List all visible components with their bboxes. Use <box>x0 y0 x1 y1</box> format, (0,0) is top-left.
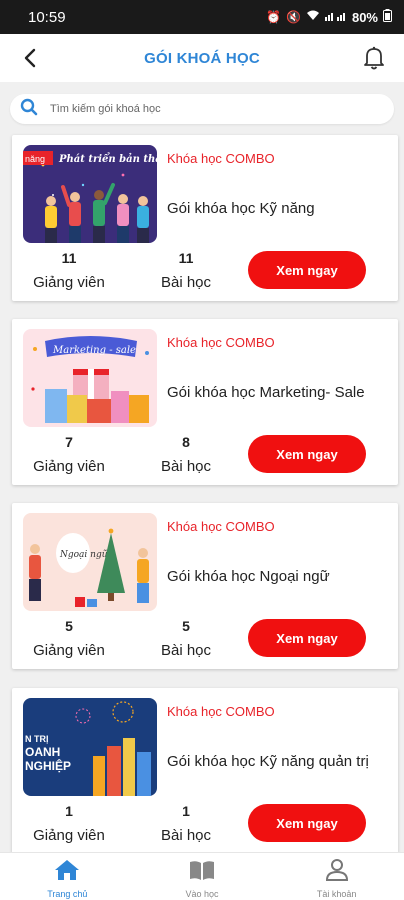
home-icon <box>54 859 80 886</box>
search-input[interactable] <box>50 103 370 115</box>
instructor-count: 5 <box>65 618 73 634</box>
instructor-stat: 11 Giảng viên <box>24 250 114 291</box>
lesson-stat: 5 Bài học <box>141 618 231 659</box>
course-card[interactable]: Ngoại ngữ Khóa học COMBO Gói khóa học Ng… <box>12 503 398 669</box>
course-name: Gói khóa học Kỹ năng <box>167 200 315 217</box>
nav-item-account[interactable]: Tài khoản <box>269 853 404 900</box>
course-tag: Khóa học COMBO <box>167 704 275 719</box>
search-bar <box>10 94 394 124</box>
course-name: Gói khóa học Marketing- Sale <box>167 384 365 401</box>
mute-icon: 🔇 <box>286 10 301 24</box>
lesson-stat: 1 Bài học <box>141 803 231 844</box>
lesson-label: Bài học <box>160 274 212 291</box>
battery-level: 80% <box>351 9 378 25</box>
thumb-badge: năng <box>25 154 45 164</box>
course-card[interactable]: năng Phát triển bản thân Khóa học COMBO … <box>12 135 398 301</box>
course-thumbnail: N TRỊ OANH NGHIỆP <box>23 698 157 796</box>
instructor-count: 11 <box>61 250 77 266</box>
instructor-stat: 1 Giảng viên <box>24 803 114 844</box>
nav-label: Trang chủ <box>47 889 88 899</box>
lesson-count: 5 <box>182 618 190 634</box>
course-thumbnail: Marketing - sale <box>23 329 157 427</box>
status-time: 10:59 <box>28 8 66 26</box>
course-card[interactable]: Marketing - sale Khóa học COMBO Gói khóa… <box>12 319 398 485</box>
course-name: Gói khóa học Ngoại ngữ <box>167 568 330 585</box>
wifi-icon <box>306 10 320 24</box>
bottom-nav: Trang chủ Vào học Tài khoản <box>0 852 404 900</box>
battery-icon <box>383 9 392 25</box>
thumb-caption: Marketing - sale <box>52 345 136 356</box>
nav-label: Vào học <box>185 889 219 899</box>
thumb-caption: OANH <box>25 745 60 759</box>
status-bar: 10:59 ⏰ 🔇 80% <box>0 0 404 34</box>
lesson-count: 11 <box>178 250 194 266</box>
lesson-count: 1 <box>182 803 190 819</box>
app-header: GÓI KHOÁ HỌC <box>0 34 404 82</box>
alarm-icon: ⏰ <box>266 10 282 24</box>
instructor-count: 7 <box>65 434 73 450</box>
thumb-caption: NGHIỆP <box>25 758 71 773</box>
thumb-caption: Phát triển bản thân <box>58 153 157 165</box>
nav-label: Tài khoản <box>316 889 357 899</box>
course-thumbnail: năng Phát triển bản thân <box>23 145 157 243</box>
instructor-label: Giảng viên <box>33 642 105 659</box>
instructor-label: Giảng viên <box>33 827 105 844</box>
instructor-count: 1 <box>65 803 73 819</box>
lesson-label: Bài học <box>160 827 212 844</box>
view-now-button[interactable]: Xem ngay <box>248 251 366 289</box>
page-title: GÓI KHOÁ HỌC <box>144 49 260 67</box>
instructor-label: Giảng viên <box>33 274 105 291</box>
lesson-label: Bài học <box>160 458 212 475</box>
book-icon <box>189 859 215 886</box>
view-now-button[interactable]: Xem ngay <box>248 804 366 842</box>
nav-item-home[interactable]: Trang chủ <box>0 853 135 900</box>
course-tag: Khóa học COMBO <box>167 151 275 166</box>
course-thumbnail: Ngoại ngữ <box>23 513 157 611</box>
thumb-caption: N TRỊ <box>25 734 49 744</box>
user-icon <box>325 859 349 886</box>
lesson-stat: 8 Bài học <box>141 434 231 475</box>
instructor-label: Giảng viên <box>33 458 105 475</box>
thumb-caption: Ngoại ngữ <box>59 549 109 560</box>
course-name: Gói khóa học Kỹ năng quản trị <box>167 753 369 770</box>
nav-item-study[interactable]: Vào học <box>135 853 270 900</box>
lesson-count: 8 <box>182 434 190 450</box>
bell-icon[interactable] <box>358 42 390 74</box>
instructor-stat: 5 Giảng viên <box>24 618 114 659</box>
lesson-stat: 11 Bài học <box>141 250 231 291</box>
lesson-label: Bài học <box>160 642 212 659</box>
course-card[interactable]: N TRỊ OANH NGHIỆP Khóa học COMBO Gói khó… <box>12 688 398 854</box>
course-tag: Khóa học COMBO <box>167 335 275 350</box>
view-now-button[interactable]: Xem ngay <box>248 619 366 657</box>
search-icon[interactable] <box>20 98 38 121</box>
signal-icon <box>324 10 347 24</box>
status-icons: ⏰ 🔇 80% <box>266 9 392 25</box>
back-icon[interactable] <box>14 42 46 74</box>
course-tag: Khóa học COMBO <box>167 519 275 534</box>
view-now-button[interactable]: Xem ngay <box>248 435 366 473</box>
instructor-stat: 7 Giảng viên <box>24 434 114 475</box>
